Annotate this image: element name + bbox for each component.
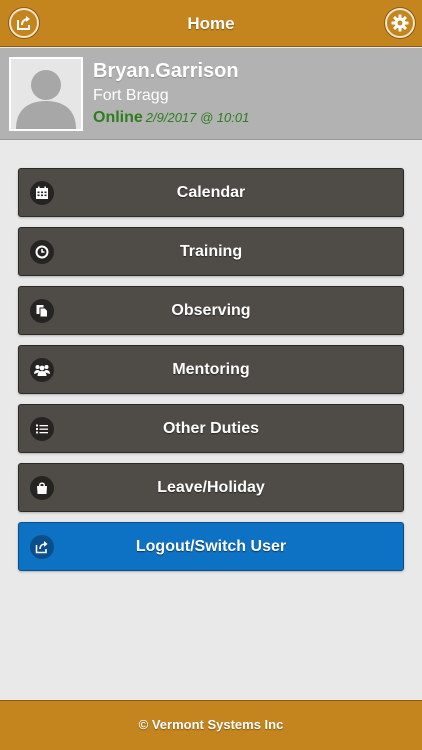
main-menu: Calendar Training Observing Mentoring Ot… [18, 168, 404, 581]
observing-label: Observing [171, 302, 251, 319]
observing-button[interactable]: Observing [18, 286, 404, 335]
user-profile: Bryan.Garrison Fort Bragg Online 2/9/2017… [0, 48, 422, 140]
logout-button[interactable]: Logout/Switch User [18, 522, 404, 571]
user-status: Online 2/9/2017 @ 10:01 [93, 109, 249, 127]
username: Bryan.Garrison [93, 60, 239, 82]
documents-icon [30, 299, 54, 323]
user-location: Fort Bragg [93, 87, 169, 104]
app-header: Home [0, 0, 422, 47]
gear-icon [391, 14, 409, 32]
calendar-button[interactable]: Calendar [18, 168, 404, 217]
mentoring-label: Mentoring [172, 361, 250, 378]
clock-icon [30, 240, 54, 264]
other-duties-label: Other Duties [162, 420, 259, 437]
calendar-label: Calendar [176, 184, 246, 201]
list-icon [30, 417, 54, 441]
logout-label: Logout/Switch User [135, 538, 287, 555]
status-timestamp: 2/9/2017 @ 10:01 [145, 110, 250, 125]
avatar [9, 57, 83, 131]
training-label: Training [179, 243, 243, 260]
status-badge: Online [93, 109, 143, 126]
training-button[interactable]: Training [18, 227, 404, 276]
page-title: Home [187, 14, 235, 33]
other-duties-button[interactable]: Other Duties [18, 404, 404, 453]
settings-button[interactable] [385, 8, 415, 38]
users-icon [30, 358, 54, 382]
copyright-text: © Vermont Systems Inc [138, 717, 284, 732]
share-icon [30, 535, 54, 559]
shopping-bag-icon [30, 476, 54, 500]
mentoring-button[interactable]: Mentoring [18, 345, 404, 394]
app-footer: © Vermont Systems Inc [0, 700, 422, 750]
leave-holiday-button[interactable]: Leave/Holiday [18, 463, 404, 512]
user-silhouette-icon [16, 70, 76, 129]
leave-holiday-label: Leave/Holiday [157, 479, 265, 496]
calendar-icon [30, 181, 54, 205]
